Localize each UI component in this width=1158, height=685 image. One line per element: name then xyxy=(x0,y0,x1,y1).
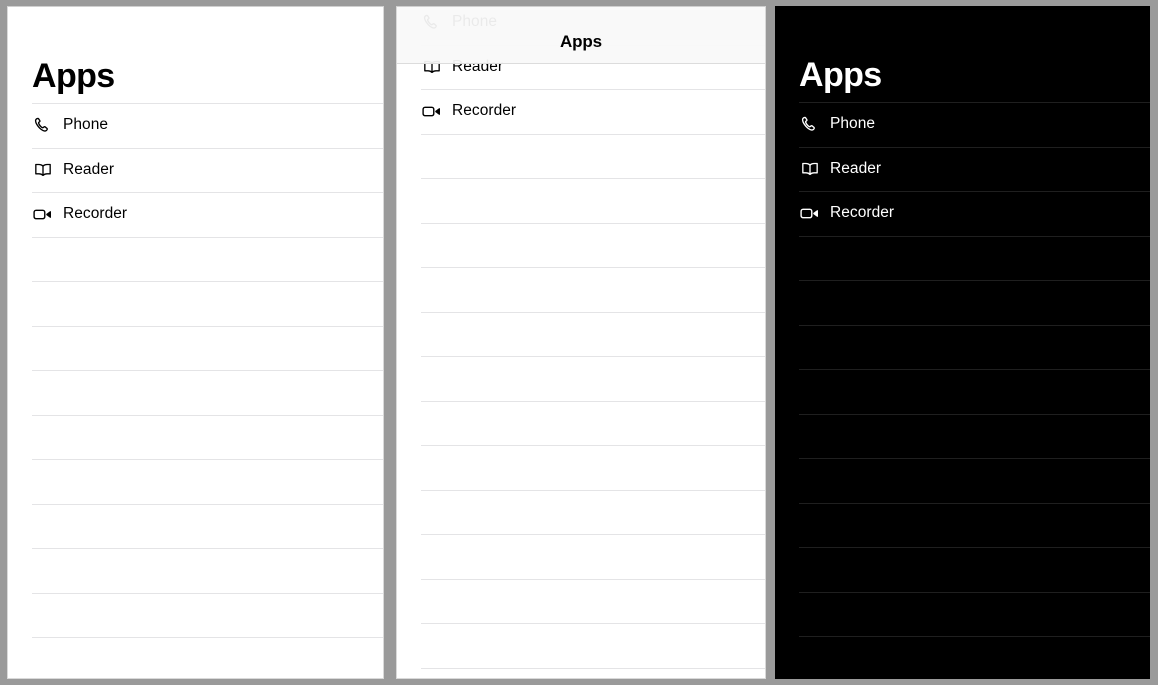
list-item-label: Recorder xyxy=(452,102,517,120)
list-item-empty[interactable] xyxy=(775,413,1150,459)
list-item-empty[interactable] xyxy=(775,324,1150,370)
list-item-recorder[interactable]: Recorder xyxy=(8,192,383,237)
list-item-label: Recorder xyxy=(830,204,895,222)
list-item-empty[interactable] xyxy=(775,547,1150,592)
list-item-empty[interactable] xyxy=(397,311,765,357)
list-item-reader[interactable]: Reader xyxy=(775,146,1150,192)
list-item-phone[interactable]: Phone xyxy=(775,102,1150,147)
video-camera-icon xyxy=(421,101,442,122)
list-item-label: Reader xyxy=(63,160,115,178)
list-item-empty[interactable] xyxy=(8,637,383,678)
phone-icon xyxy=(799,114,820,135)
list-item-empty[interactable] xyxy=(397,623,765,668)
apps-list: Phone Reader xyxy=(8,103,383,237)
list-item-empty[interactable] xyxy=(397,578,765,624)
page-title: Apps xyxy=(32,57,115,95)
large-title-block: Apps xyxy=(775,6,1150,102)
list-item-empty[interactable] xyxy=(8,503,383,549)
apps-list: Phone Reader xyxy=(775,102,1150,236)
video-camera-icon xyxy=(799,203,820,224)
list-item-empty[interactable] xyxy=(775,591,1150,637)
navigation-bar-title: Apps xyxy=(559,32,603,51)
phone-icon xyxy=(32,115,53,136)
navigation-bar: Apps xyxy=(397,7,765,64)
screenshot-stage: Apps Phone Reader Recorder Reader Record… xyxy=(0,0,1158,685)
list-item-empty[interactable] xyxy=(8,459,383,504)
page-title: Apps xyxy=(799,56,882,94)
list-item-empty[interactable] xyxy=(397,667,765,679)
list-item-empty[interactable] xyxy=(775,280,1150,325)
list-item-empty[interactable] xyxy=(397,400,765,446)
list-item-label: Phone xyxy=(830,115,876,133)
list-item-empty[interactable] xyxy=(397,222,765,268)
list-item-empty[interactable] xyxy=(8,592,383,638)
empty-rows-light xyxy=(8,236,383,679)
scroll-content-dark: Apps Phone Reader Recorder xyxy=(775,6,1150,679)
list-item-empty[interactable] xyxy=(8,370,383,415)
list-item-empty[interactable] xyxy=(8,236,383,282)
empty-rows-dark xyxy=(775,235,1150,680)
list-item-empty[interactable] xyxy=(775,369,1150,414)
list-item-phone[interactable]: Phone xyxy=(8,103,383,148)
video-camera-icon xyxy=(32,204,53,225)
list-item-label: Phone xyxy=(63,116,109,134)
scroll-content-scrolled: Apps Phone xyxy=(397,7,765,678)
list-item-empty[interactable] xyxy=(8,548,383,593)
list-item-recorder[interactable]: Recorder xyxy=(775,191,1150,236)
book-icon xyxy=(32,159,53,180)
scroll-content-light: Apps Phone Reader Recorder xyxy=(8,7,383,678)
list-item-empty[interactable] xyxy=(397,267,765,312)
list-item-empty[interactable] xyxy=(397,133,765,179)
list-item-empty[interactable] xyxy=(775,458,1150,503)
scroll-area-light[interactable]: Apps Phone Reader Recorder xyxy=(8,7,383,678)
empty-rows-scrolled xyxy=(397,133,765,679)
list-item-label: Recorder xyxy=(63,205,128,223)
list-item-empty[interactable] xyxy=(8,414,383,460)
phone-panel-scrolled: Apps Phone xyxy=(396,6,766,679)
scroll-area-scrolled[interactable]: Apps Phone xyxy=(397,7,765,678)
large-title-block: Apps xyxy=(8,7,383,103)
list-item-empty[interactable] xyxy=(8,281,383,326)
list-item-empty[interactable] xyxy=(397,445,765,490)
scroll-area-dark[interactable]: Apps Phone Reader Recorder xyxy=(775,6,1150,679)
list-item-empty[interactable] xyxy=(775,636,1150,679)
list-item-empty[interactable] xyxy=(775,502,1150,548)
list-item-empty[interactable] xyxy=(8,325,383,371)
list-item-empty[interactable] xyxy=(397,489,765,535)
list-item-recorder[interactable]: Recorder xyxy=(397,89,765,134)
list-item-empty[interactable] xyxy=(397,534,765,579)
book-icon xyxy=(799,158,820,179)
list-item-empty[interactable] xyxy=(397,356,765,401)
phone-panel-dark: Apps Phone Reader Recorder xyxy=(775,6,1150,679)
list-item-reader[interactable]: Reader xyxy=(8,147,383,193)
list-item-empty[interactable] xyxy=(775,235,1150,281)
phone-panel-light: Apps Phone Reader Recorder xyxy=(7,6,384,679)
list-item-label: Reader xyxy=(830,159,882,177)
list-item-empty[interactable] xyxy=(397,178,765,223)
